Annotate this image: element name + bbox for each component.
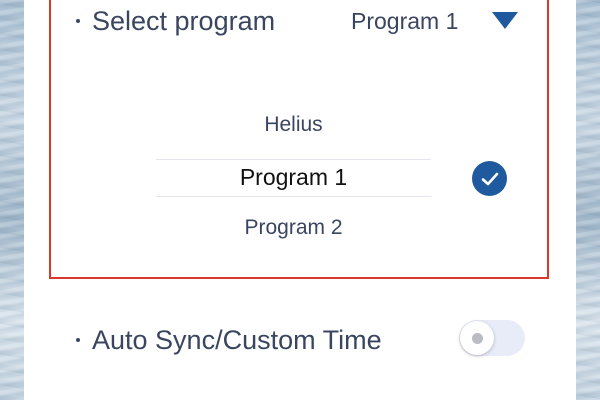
toggle-knob: [460, 321, 494, 355]
select-program-label: Select program: [92, 5, 276, 36]
selection-divider-top: [156, 159, 431, 160]
auto-sync-row: Auto Sync/Custom Time: [76, 321, 382, 359]
select-program-value[interactable]: Program 1: [351, 2, 458, 40]
auto-sync-label: Auto Sync/Custom Time: [92, 324, 382, 355]
select-program-row[interactable]: Select program: [76, 2, 275, 40]
program-option-helius[interactable]: Helius: [156, 113, 431, 137]
toggle-knob-dot: [471, 332, 483, 344]
selection-divider-bottom: [156, 196, 431, 197]
bullet-dot-icon: [76, 19, 80, 23]
program-option-program-1[interactable]: Program 1: [156, 164, 431, 191]
caret-down-icon[interactable]: [492, 12, 518, 29]
program-option-program-2[interactable]: Program 2: [156, 216, 431, 240]
auto-sync-toggle[interactable]: [459, 320, 525, 356]
check-circle-icon: [472, 161, 507, 196]
bullet-dot-icon: [76, 338, 80, 342]
checkmark-icon: [481, 172, 498, 185]
